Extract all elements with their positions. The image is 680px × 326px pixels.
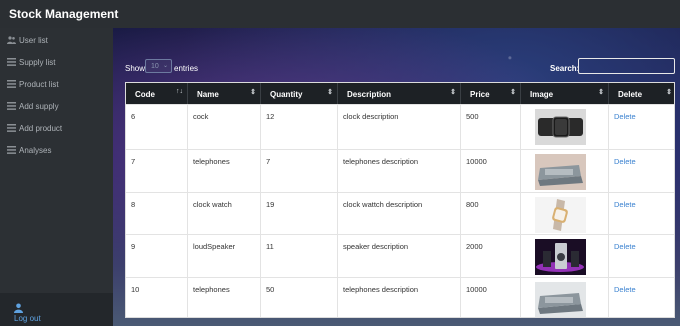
product-image-desk-phone [535,154,586,190]
cell-description: telephones description [343,285,419,294]
cell-quantity: 12 [266,112,275,121]
sort-icon: ⇕ [327,89,333,96]
show-label: Show [125,64,146,73]
sort-icon: ⇕ [250,89,256,96]
sidebar-item-label: Add product [19,124,63,133]
list-icon [7,146,16,154]
cell-name: telephones [193,157,230,166]
app-title: Stock Management [9,7,119,21]
cell-description: speaker description [343,242,409,251]
cell-code: 9 [131,242,136,251]
products-table: Code ↑↓ Name ⇕ Quantity ⇕ Description ⇕ … [125,82,675,318]
sidebar-item-label: Product list [19,80,59,89]
top-bar: Stock Management [0,0,680,28]
cell-code: 8 [131,200,136,209]
sort-icon: ⇕ [666,89,672,96]
list-icon [7,58,16,66]
sidebar-item-label: Supply list [19,58,56,67]
logout-button[interactable]: Log out [0,293,113,326]
chevron-down-icon: ⌄ [162,63,168,69]
list-icon [7,124,16,132]
sort-asc-icon: ↑↓ [176,88,183,95]
users-icon [7,36,16,44]
sort-icon: ⇕ [450,89,456,96]
product-image-desk-phone [535,282,586,317]
sidebar-item-label: Analyses [19,146,52,155]
table-row: 10 telephones 50 telephones description … [126,277,674,317]
sort-icon: ⇕ [598,89,604,96]
cell-code: 10 [131,285,140,294]
cell-price: 500 [466,112,479,121]
sidebar-item-add-product[interactable]: Add product [0,118,113,138]
list-icon [7,102,16,110]
list-icon [7,80,16,88]
cell-code: 7 [131,157,136,166]
table-row: 9 loudSpeaker 11 speaker description 200… [126,234,674,277]
user-icon [14,303,23,313]
entries-select[interactable]: 10 ⌄ [145,59,172,73]
cell-description: telephones description [343,157,419,166]
sidebar-item-add-supply[interactable]: Add supply [0,96,113,116]
sidebar-item-supply-list[interactable]: Supply list [0,52,113,72]
cell-price: 10000 [466,157,487,166]
entries-label: entries [174,64,199,73]
delete-link[interactable]: Delete [609,278,674,317]
delete-link[interactable]: Delete [609,235,674,277]
table-row: 8 clock watch 19 clock wattch descriptio… [126,192,674,234]
sidebar-item-user-list[interactable]: User list [0,30,113,50]
sidebar-item-label: Add supply [19,102,59,111]
column-header-description[interactable]: Description ⇕ [338,83,461,104]
cell-name: clock watch [193,200,232,209]
column-header-delete[interactable]: Delete ⇕ [609,83,674,104]
cell-quantity: 50 [266,285,275,294]
sort-icon: ⇕ [510,89,516,96]
cell-name: telephones [193,285,230,294]
cell-name: loudSpeaker [193,242,236,251]
sidebar-item-analyses[interactable]: Analyses [0,140,113,160]
product-image-smartwatch [535,109,586,145]
sidebar-item-label: User list [19,36,48,45]
entries-value: 10 [151,63,159,70]
cell-quantity: 7 [266,157,271,166]
column-header-price[interactable]: Price ⇕ [461,83,521,104]
table-row: 6 cock 12 clock description 500 Delete [126,104,674,149]
column-header-code[interactable]: Code ↑↓ [126,83,188,104]
column-header-image[interactable]: Image ⇕ [521,83,609,104]
search-input[interactable] [578,58,675,74]
cell-price: 10000 [466,285,487,294]
sidebar-item-product-list[interactable]: Product list [0,74,113,94]
search-label: Search: [550,64,580,73]
cell-description: clock wattch description [343,200,423,209]
cell-name: cock [193,112,209,121]
delete-link[interactable]: Delete [609,193,674,234]
cell-quantity: 11 [266,242,274,251]
column-header-quantity[interactable]: Quantity ⇕ [261,83,338,104]
cell-description: clock description [343,112,399,121]
delete-link[interactable]: Delete [609,150,674,192]
table-header: Code ↑↓ Name ⇕ Quantity ⇕ Description ⇕ … [126,83,674,104]
table-row: 7 telephones 7 telephones description 10… [126,149,674,192]
logout-label: Log out [14,314,41,323]
cell-quantity: 19 [266,200,275,209]
cell-code: 6 [131,112,136,121]
cell-price: 800 [466,200,479,209]
column-header-name[interactable]: Name ⇕ [188,83,261,104]
product-image-gold-watch [535,197,586,233]
sidebar: User list Supply list Product list Add s… [0,28,113,326]
delete-link[interactable]: Delete [609,105,674,149]
product-image-speaker [535,239,586,275]
cell-price: 2000 [466,242,483,251]
